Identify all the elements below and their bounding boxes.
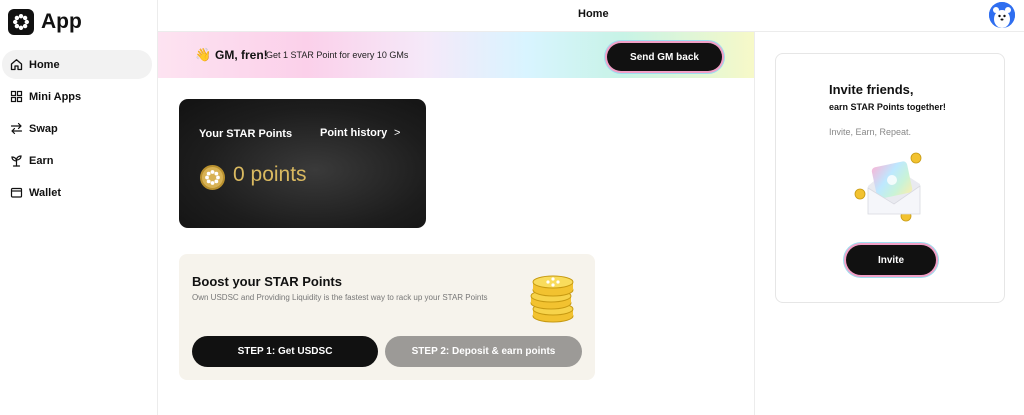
boost-title: Boost your STAR Points bbox=[192, 274, 342, 289]
boost-description: Own USDSC and Providing Liquidity is the… bbox=[192, 293, 488, 302]
gm-title: GM, fren! bbox=[215, 48, 268, 62]
invite-button[interactable]: Invite bbox=[846, 245, 936, 275]
invite-subtitle: earn STAR Points together! bbox=[829, 102, 946, 112]
sidebar-item-label: Home bbox=[29, 58, 60, 71]
gm-banner: 👋 GM, fren! Get 1 STAR Point for every 1… bbox=[158, 32, 754, 78]
app-logo[interactable]: App bbox=[8, 9, 82, 35]
sidebar-item-wallet[interactable]: Wallet bbox=[2, 178, 152, 207]
deposit-earn-button[interactable]: STEP 2: Deposit & earn points bbox=[385, 336, 582, 367]
invite-tagline: Invite, Earn, Repeat. bbox=[829, 127, 912, 137]
sidebar-item-label: Earn bbox=[29, 154, 54, 167]
home-icon bbox=[9, 58, 23, 72]
sidebar-item-label: Wallet bbox=[29, 186, 61, 199]
app-logo-icon bbox=[8, 9, 34, 35]
grid-icon bbox=[9, 90, 23, 104]
star-points-value: 0 points bbox=[233, 163, 307, 186]
wallet-icon bbox=[9, 186, 23, 200]
page-title: Home bbox=[578, 8, 609, 20]
sprout-icon bbox=[9, 154, 23, 168]
waving-hand-icon: 👋 bbox=[195, 47, 212, 62]
get-usdsc-button[interactable]: STEP 1: Get USDSC bbox=[192, 336, 378, 367]
star-points-card: Your STAR Points Point history > 0 point… bbox=[179, 99, 426, 228]
avatar[interactable] bbox=[989, 2, 1015, 28]
boost-card: Boost your STAR Points Own USDSC and Pro… bbox=[179, 254, 595, 380]
sidebar-item-mini-apps[interactable]: Mini Apps bbox=[2, 82, 152, 111]
envelope-icon bbox=[850, 150, 934, 226]
swap-icon bbox=[9, 122, 23, 136]
sidebar-item-swap[interactable]: Swap bbox=[2, 114, 152, 143]
sidebar-item-earn[interactable]: Earn bbox=[2, 146, 152, 175]
app-root: App Home Mini Apps Swap Earn Wallet Home… bbox=[0, 0, 1024, 415]
gm-subtitle: Get 1 STAR Point for every 10 GMs bbox=[266, 50, 409, 60]
chevron-right-icon[interactable]: > bbox=[394, 127, 400, 139]
sidebar-item-label: Mini Apps bbox=[29, 90, 82, 103]
right-panel: Invite friends, earn STAR Points togethe… bbox=[754, 32, 1024, 415]
point-history-link[interactable]: Point history bbox=[320, 127, 387, 139]
invite-card: Invite friends, earn STAR Points togethe… bbox=[775, 53, 1005, 303]
sidebar-nav: Home Mini Apps Swap Earn Wallet bbox=[0, 50, 158, 210]
sidebar-item-home[interactable]: Home bbox=[2, 50, 152, 79]
star-coin-icon bbox=[200, 165, 225, 190]
coin-stack-icon bbox=[530, 272, 576, 324]
invite-title: Invite friends, bbox=[829, 82, 914, 97]
app-name: App bbox=[41, 10, 82, 33]
sidebar-item-label: Swap bbox=[29, 122, 58, 135]
send-gm-button[interactable]: Send GM back bbox=[607, 43, 722, 71]
sidebar: App Home Mini Apps Swap Earn Wallet bbox=[0, 0, 158, 415]
star-points-label: Your STAR Points bbox=[199, 128, 293, 140]
topbar: Home bbox=[158, 0, 1024, 32]
